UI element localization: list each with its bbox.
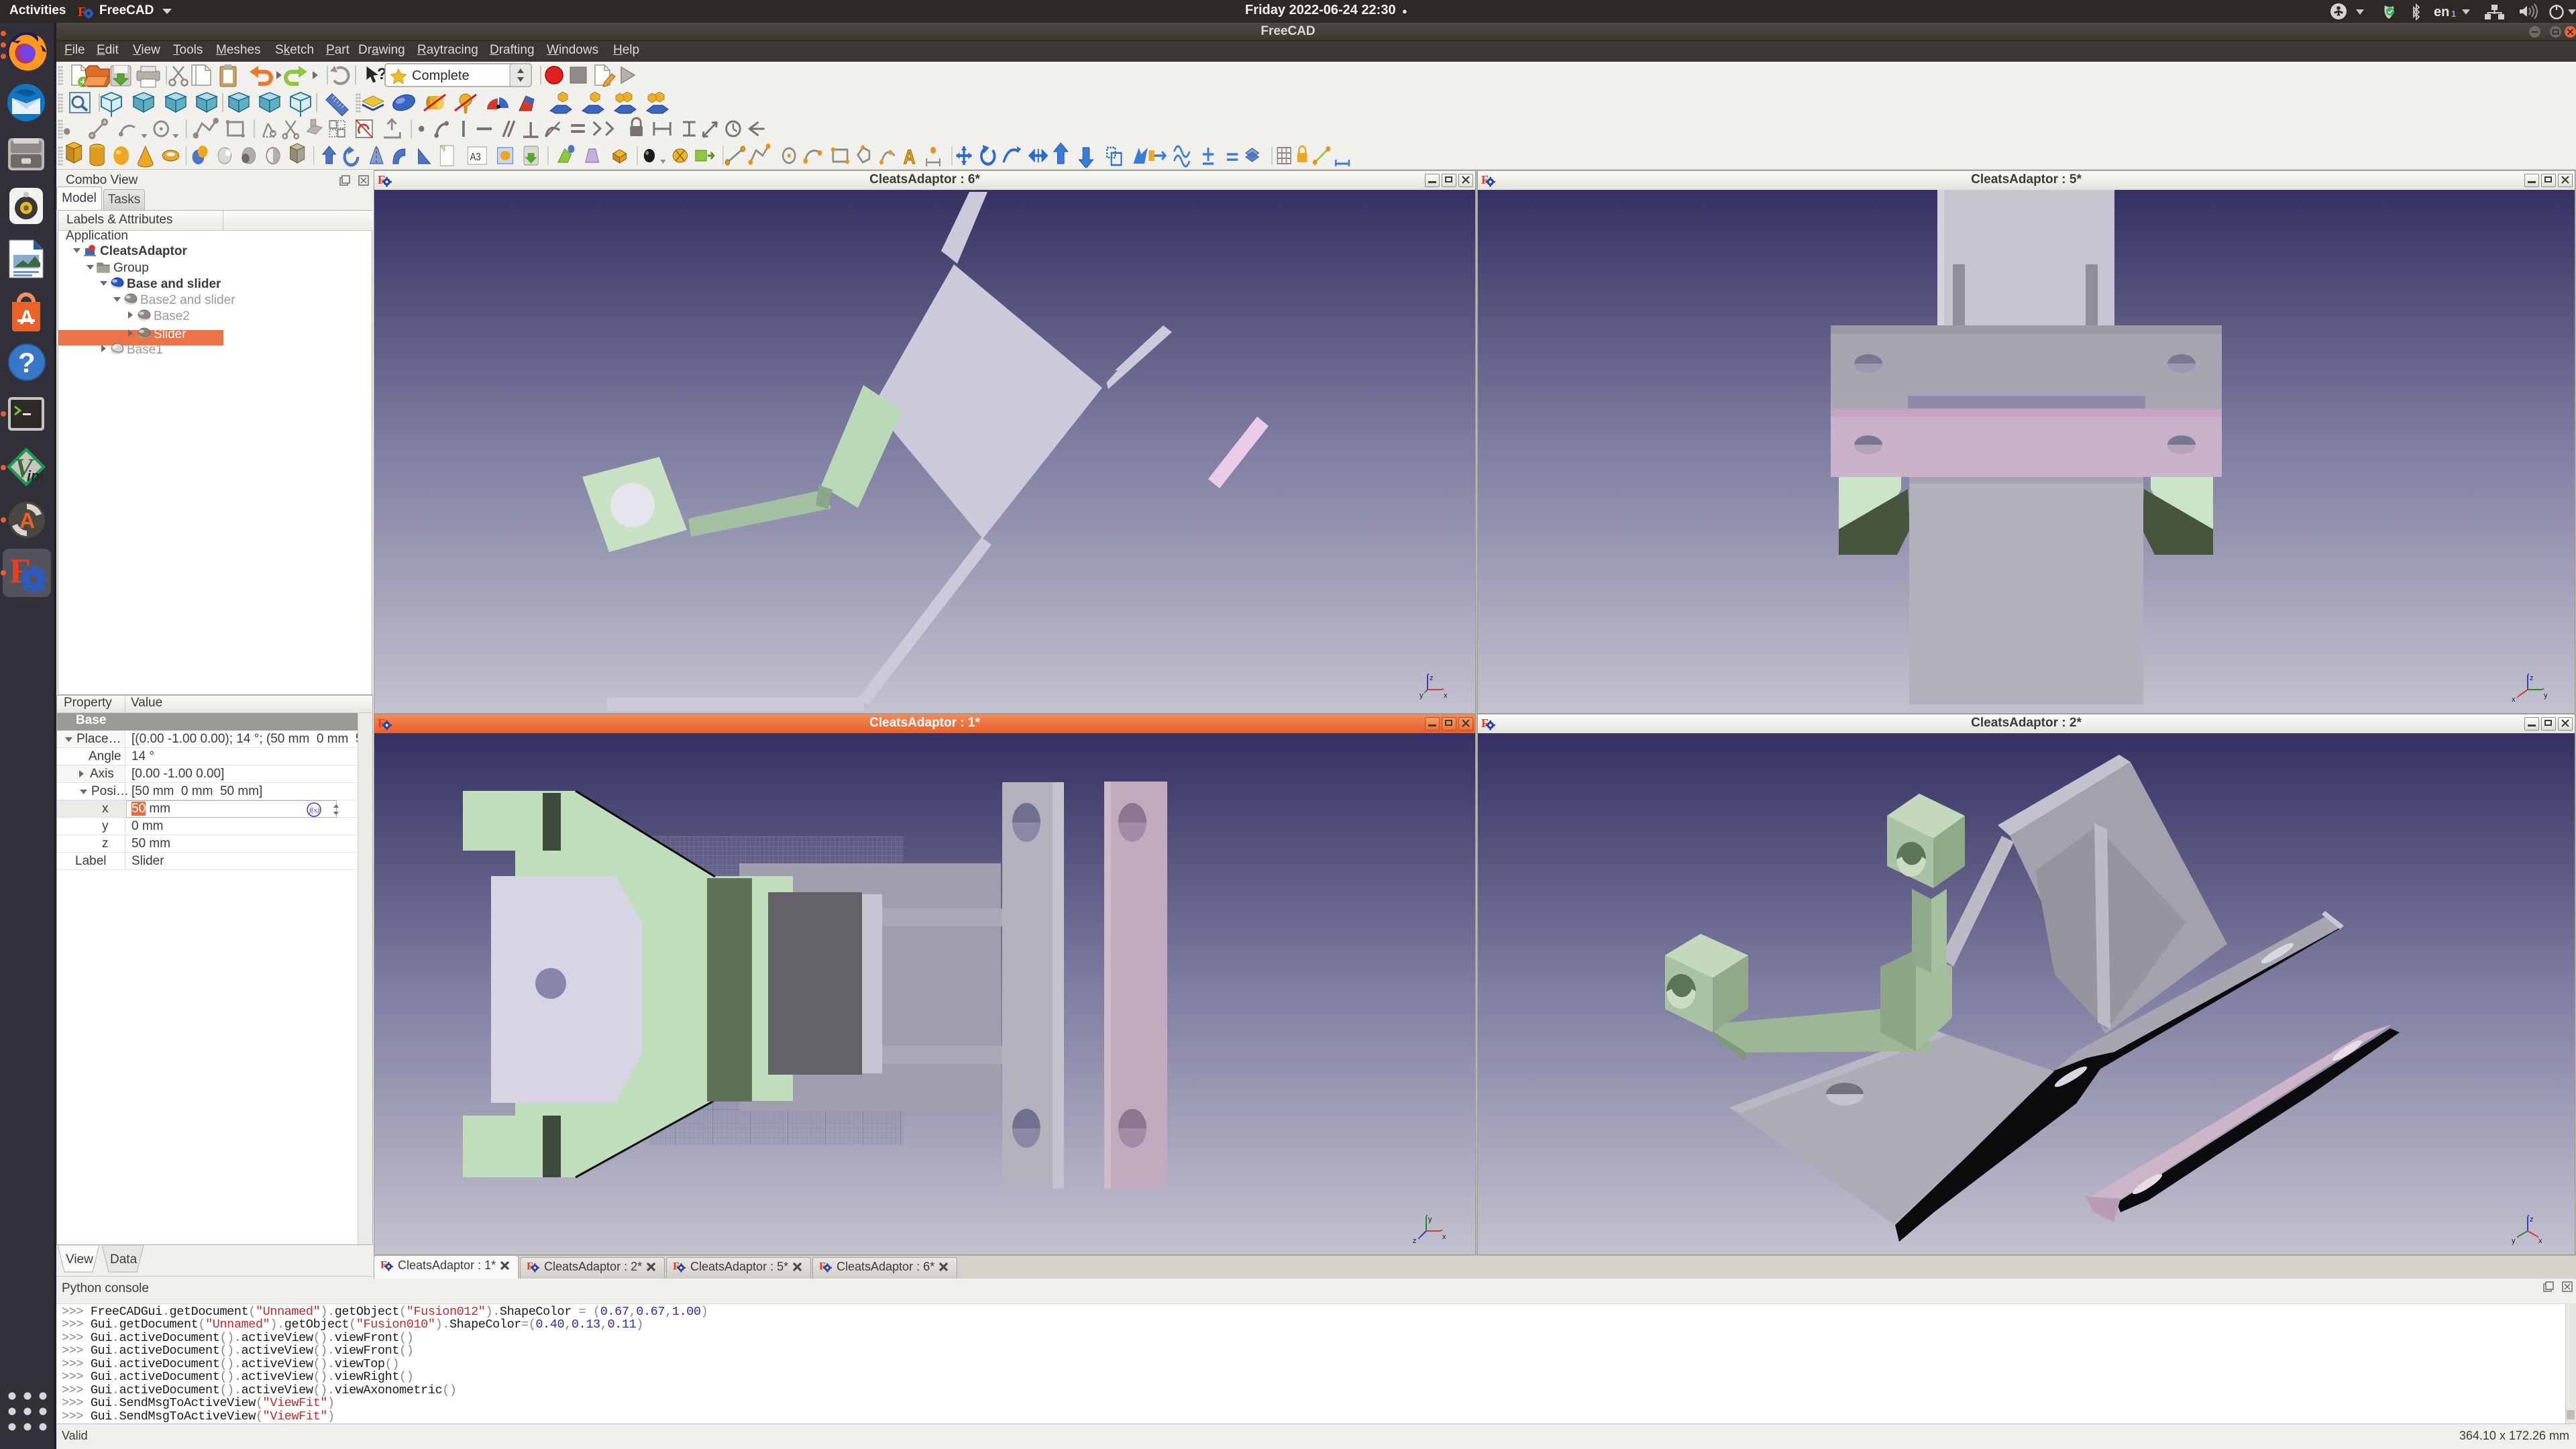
svg-text:Base1: Base1 bbox=[127, 343, 163, 357]
svg-text:x: x bbox=[2512, 696, 2516, 704]
svg-text:1: 1 bbox=[2451, 9, 2456, 19]
svg-text:?: ? bbox=[18, 347, 36, 378]
svg-text:Group: Group bbox=[113, 261, 149, 275]
svg-text:z: z bbox=[2530, 1216, 2534, 1224]
svg-text:Slider: Slider bbox=[154, 327, 186, 341]
svg-text:Application: Application bbox=[66, 229, 128, 243]
svg-text:CleatsAdaptor: CleatsAdaptor bbox=[100, 244, 187, 258]
svg-text:A3: A3 bbox=[470, 152, 481, 163]
svg-text:en: en bbox=[2434, 5, 2449, 19]
svg-text:z: z bbox=[1430, 674, 1434, 682]
svg-text:z: z bbox=[2530, 674, 2534, 682]
svg-text:y: y bbox=[1428, 1216, 1432, 1224]
svg-text:y: y bbox=[1419, 692, 1424, 700]
svg-text:A: A bbox=[19, 307, 34, 329]
svg-text:Base and slider: Base and slider bbox=[127, 277, 221, 291]
svg-text:x: x bbox=[2538, 1237, 2542, 1245]
svg-text:y: y bbox=[2544, 692, 2548, 700]
svg-text:f(x): f(x) bbox=[309, 806, 320, 814]
svg-text:View: View bbox=[66, 1252, 93, 1267]
svg-text:A: A bbox=[904, 146, 916, 168]
svg-text:Data: Data bbox=[110, 1252, 138, 1267]
svg-text:x: x bbox=[1442, 1233, 1446, 1241]
svg-text:y: y bbox=[2512, 1237, 2516, 1245]
svg-text:A: A bbox=[19, 508, 35, 533]
svg-text:Complete: Complete bbox=[412, 68, 470, 83]
svg-text:Base2 and slider: Base2 and slider bbox=[140, 293, 235, 307]
svg-text:im: im bbox=[27, 468, 44, 484]
svg-text:x: x bbox=[1444, 692, 1448, 700]
svg-text:z: z bbox=[1413, 1237, 1417, 1245]
svg-text:Base2: Base2 bbox=[154, 309, 190, 323]
